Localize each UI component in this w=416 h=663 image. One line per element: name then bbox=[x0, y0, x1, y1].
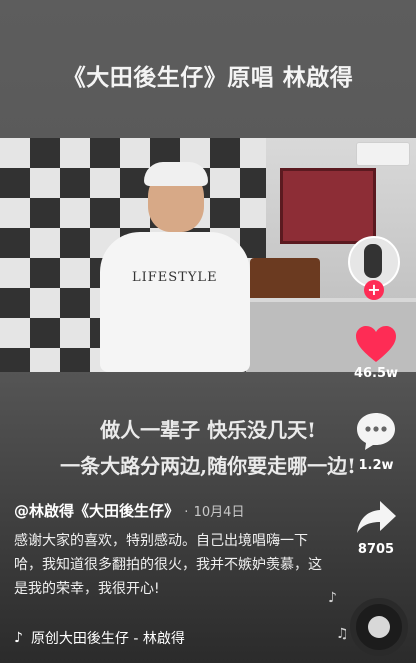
share-count: 8705 bbox=[357, 542, 395, 557]
separator-dot: · bbox=[184, 505, 189, 520]
author-line: @林啟得《大田後生仔》 · 10月4日 bbox=[14, 500, 332, 521]
red-window bbox=[280, 168, 376, 244]
disc-cover bbox=[368, 616, 390, 638]
creator-avatar[interactable]: + bbox=[348, 236, 400, 300]
floating-note-icon: ♪ bbox=[328, 590, 337, 606]
post-description: 感谢大家的喜欢，特别感动。自己出境唱嗨一下哈，我知道很多翻拍的很火，我并不嫉妒羡… bbox=[14, 533, 322, 597]
overlay-title: 《大田後生仔》原唱 林啟得 bbox=[62, 64, 354, 91]
music-label[interactable]: 原创大田後生仔 - 林啟得 bbox=[31, 628, 185, 648]
singer-cap bbox=[144, 162, 208, 186]
like-button[interactable]: 46.5w bbox=[346, 324, 406, 381]
shirt-print: LIFESTYLE bbox=[132, 270, 218, 285]
comment-icon[interactable] bbox=[346, 410, 406, 456]
author-name[interactable]: @林啟得《大田後生仔》 bbox=[14, 502, 179, 520]
follow-button[interactable]: + bbox=[364, 280, 384, 300]
floating-note-icon: ♫ bbox=[336, 626, 349, 642]
like-count: 46.5w bbox=[353, 366, 399, 381]
post-date: 10月4日 bbox=[193, 505, 245, 520]
avatar-figure bbox=[364, 244, 382, 278]
share-button[interactable]: 8705 bbox=[346, 498, 406, 557]
post-caption: @林啟得《大田後生仔》 · 10月4日 感谢大家的喜欢，特别感动。自己出境唱嗨一… bbox=[14, 500, 332, 601]
share-arrow-icon[interactable] bbox=[346, 498, 406, 540]
comment-count: 1.2w bbox=[358, 458, 394, 473]
heart-icon[interactable] bbox=[346, 324, 406, 364]
air-conditioner bbox=[356, 142, 410, 166]
music-disc[interactable] bbox=[350, 598, 408, 656]
tiktok-note-icon: ♪ bbox=[14, 630, 23, 646]
music-track[interactable]: ♪ 原创大田後生仔 - 林啟得 bbox=[14, 628, 185, 648]
singer-shirt bbox=[100, 232, 250, 372]
comment-button[interactable]: 1.2w bbox=[346, 410, 406, 473]
singer: LIFESTYLE bbox=[90, 162, 260, 372]
video-feed-screen[interactable]: 《大田後生仔》原唱 林啟得 LIFESTYLE 做人一辈子 快乐没几天! 一条大… bbox=[0, 0, 416, 663]
